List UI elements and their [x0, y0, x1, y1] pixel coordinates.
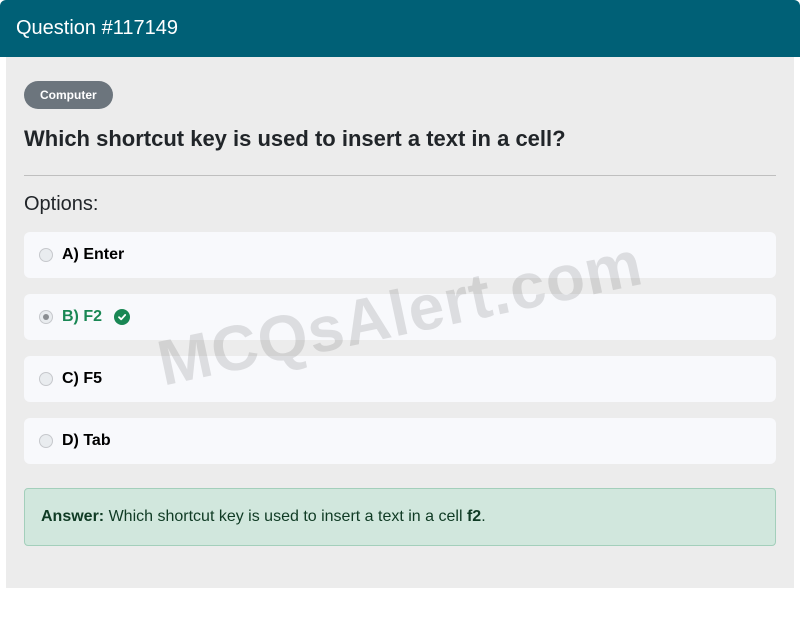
answer-box: Answer: Which shortcut key is used to in… [24, 488, 776, 546]
question-header: Question #117149 [0, 0, 800, 57]
answer-prefix: Answer: [41, 508, 105, 525]
answer-suffix: . [481, 508, 486, 525]
option-c[interactable]: C) F5 [24, 356, 776, 402]
option-a-label: A) Enter [62, 246, 125, 263]
option-b-radio[interactable] [39, 310, 53, 324]
option-b[interactable]: B) F2 [24, 294, 776, 340]
question-number-title: Question #117149 [16, 17, 178, 39]
question-card: Question #117149 Computer Which shortcut… [0, 0, 800, 594]
option-b-label: B) F2 [62, 308, 102, 325]
option-d[interactable]: D) Tab [24, 418, 776, 464]
answer-value: f2 [466, 508, 482, 525]
divider [24, 175, 776, 176]
check-circle-icon [114, 309, 130, 325]
option-d-radio[interactable] [39, 434, 53, 448]
category-badge[interactable]: Computer [24, 81, 113, 109]
option-d-label: D) Tab [62, 432, 111, 449]
option-c-radio[interactable] [39, 372, 53, 386]
question-text: Which shortcut key is used to insert a t… [24, 126, 566, 151]
options-heading: Options: [24, 193, 99, 215]
option-a[interactable]: A) Enter [24, 232, 776, 278]
option-c-label: C) F5 [62, 370, 102, 387]
question-body: Computer Which shortcut key is used to i… [6, 57, 794, 588]
answer-text: Which shortcut key is used to insert a t… [104, 508, 467, 525]
option-a-radio[interactable] [39, 248, 53, 262]
